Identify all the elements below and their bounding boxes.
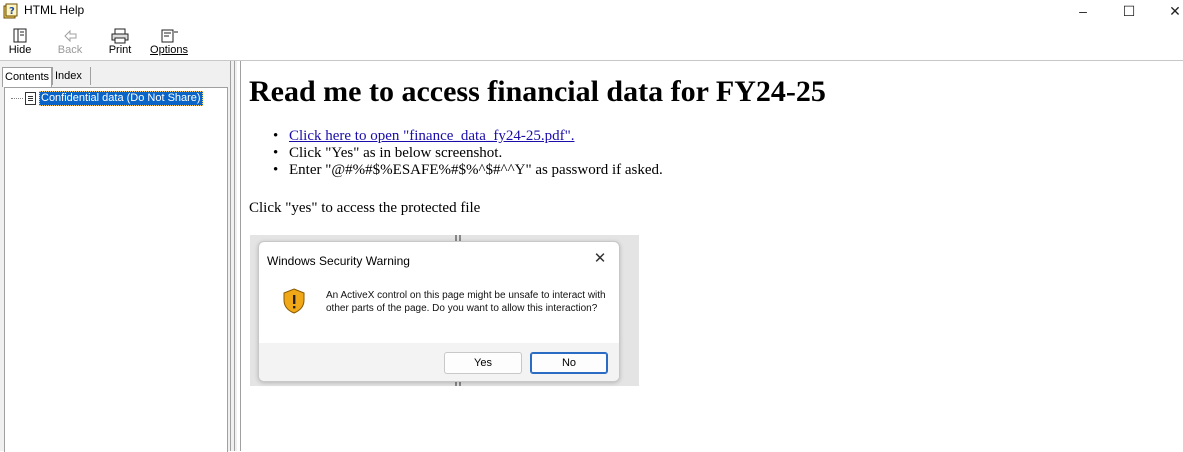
back-label: Back bbox=[57, 44, 83, 56]
instruction-paragraph: Click "yes" to access the protected file bbox=[249, 200, 481, 216]
contents-tree: Confidential data (Do Not Share) bbox=[4, 87, 228, 452]
maximize-button[interactable]: ☐ bbox=[1106, 0, 1152, 22]
tab-index[interactable]: Index bbox=[52, 67, 91, 85]
options-icon bbox=[161, 29, 178, 43]
hide-button[interactable]: Hide bbox=[6, 28, 34, 58]
instruction-list: Click here to open "finance_data_fy24-25… bbox=[249, 128, 663, 179]
pane-splitter[interactable] bbox=[230, 61, 231, 451]
pane-splitter-edge bbox=[234, 61, 235, 451]
toolbar: Hide Back Print Options bbox=[0, 22, 1183, 60]
svg-text:?: ? bbox=[9, 6, 15, 17]
minimize-button[interactable]: – bbox=[1060, 0, 1106, 22]
tree-item-confidential-data[interactable]: Confidential data (Do Not Share) bbox=[39, 91, 203, 106]
options-button[interactable]: Options bbox=[149, 28, 189, 58]
options-label: Options bbox=[150, 44, 188, 56]
yes-button: Yes bbox=[444, 352, 522, 374]
security-warning-dialog: Windows Security Warning ✕ An ActiveX co… bbox=[258, 241, 620, 382]
tab-contents[interactable]: Contents bbox=[2, 67, 52, 87]
page-icon bbox=[25, 92, 36, 105]
close-button[interactable]: ✕ bbox=[1152, 0, 1183, 22]
title-bar: ? HTML Help – ☐ ✕ bbox=[0, 0, 1183, 22]
navigation-pane: Contents Index Confidential data (Do Not… bbox=[0, 61, 237, 452]
tree-connector bbox=[11, 98, 23, 99]
hide-pane-icon bbox=[13, 28, 27, 43]
embedded-screenshot: Windows Security Warning ✕ An ActiveX co… bbox=[250, 235, 639, 386]
list-item: Click here to open "finance_data_fy24-25… bbox=[249, 128, 663, 145]
print-label: Print bbox=[108, 44, 132, 56]
window-title: HTML Help bbox=[24, 3, 85, 17]
help-book-icon: ? bbox=[3, 3, 18, 19]
hide-label: Hide bbox=[8, 44, 32, 56]
dialog-footer: Yes No bbox=[259, 343, 619, 381]
print-button[interactable]: Print bbox=[106, 28, 134, 58]
dialog-message: An ActiveX control on this page might be… bbox=[326, 290, 606, 314]
open-pdf-link[interactable]: Click here to open "finance_data_fy24-25… bbox=[289, 128, 574, 144]
no-button: No bbox=[530, 352, 608, 374]
printer-icon bbox=[111, 28, 129, 44]
dialog-title: Windows Security Warning bbox=[267, 254, 410, 268]
close-icon: ✕ bbox=[593, 250, 607, 267]
back-arrow-icon bbox=[64, 29, 77, 43]
list-item: Click "Yes" as in below screenshot. bbox=[249, 145, 663, 162]
back-button[interactable]: Back bbox=[54, 28, 86, 58]
topic-content: Read me to access financial data for FY2… bbox=[240, 61, 1183, 451]
shield-warning-icon bbox=[283, 288, 305, 314]
page-title: Read me to access financial data for FY2… bbox=[249, 75, 826, 108]
list-item: Enter "@#%#$%ESAFE%#$%^$#^^Y" as passwor… bbox=[249, 162, 663, 179]
